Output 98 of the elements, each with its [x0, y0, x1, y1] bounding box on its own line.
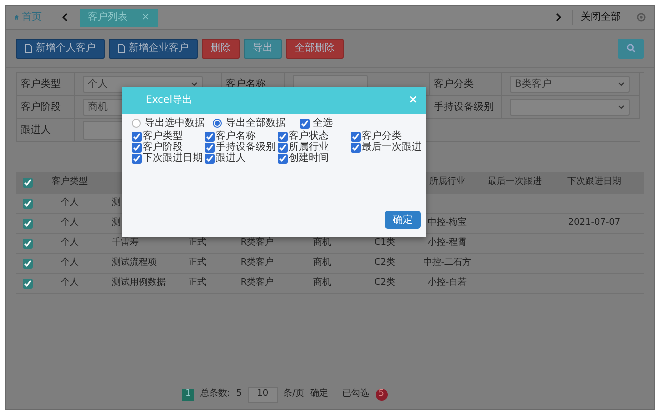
- checkbox[interactable]: [300, 118, 310, 128]
- table-cell-text: C1类: [374, 236, 396, 250]
- table-cell-text: 个人: [61, 256, 79, 270]
- field-label: 客户类型: [21, 78, 61, 92]
- table-cell-text: 中控-二石方: [423, 256, 472, 270]
- toolbar-button[interactable]: 新增个人客户: [16, 38, 105, 58]
- checkbox-label: 全选: [313, 116, 333, 130]
- field-label: 客户阶段: [21, 100, 61, 114]
- per-page-label: 条/页: [284, 388, 305, 402]
- checkbox[interactable]: [351, 142, 361, 152]
- caret-icon: [191, 82, 198, 86]
- table-cell-text: 商机: [314, 236, 332, 250]
- table-cell-text: 小控-程霄: [428, 236, 468, 250]
- table-cell-text: 测: [112, 216, 121, 230]
- column-header: 所属行业: [430, 176, 466, 190]
- table-cell-text: 小控-自若: [428, 276, 468, 290]
- table-cell-text: 中控-梅宝: [428, 216, 468, 230]
- caret-icon: [618, 82, 625, 86]
- checkbox[interactable]: [278, 132, 288, 142]
- table-cell-text: 商机: [314, 256, 332, 270]
- table-cell-text: C2类: [374, 276, 396, 290]
- table-cell-text: 2021-07-07: [568, 216, 621, 230]
- document-icon: [118, 44, 125, 53]
- checkbox[interactable]: [23, 198, 33, 208]
- search-icon: [626, 44, 636, 53]
- table-cell-text: R类客户: [240, 236, 274, 250]
- field-label: 跟进人: [21, 124, 51, 138]
- column-header: 下次跟进日期: [568, 176, 622, 190]
- caret-icon: [618, 104, 625, 110]
- confirm-button[interactable]: 确定: [385, 211, 421, 229]
- checkbox-label: 所属行业: [289, 140, 329, 153]
- page-button[interactable]: 1: [182, 389, 194, 401]
- toolbar-button[interactable]: 新增企业客户: [109, 38, 198, 58]
- checkbox[interactable]: [132, 142, 142, 152]
- checkbox-label: 客户状态: [289, 130, 329, 142]
- checkbox[interactable]: [351, 132, 361, 142]
- table-cell-text: 测试流程项: [112, 256, 157, 270]
- total-count: 5: [236, 388, 242, 402]
- column-header: 客户类型: [52, 176, 88, 190]
- toolbar-button[interactable]: 导出: [244, 38, 282, 58]
- home-icon: [14, 13, 20, 22]
- checkbox[interactable]: [23, 238, 33, 248]
- table-cell-text: 商机: [314, 276, 332, 290]
- table-cell-text: 测: [112, 196, 121, 210]
- table-cell-text: C2类: [374, 256, 396, 270]
- toolbar-button[interactable]: 删除: [202, 38, 240, 58]
- checkbox[interactable]: [132, 154, 142, 164]
- close-all-button[interactable]: 关闭全部: [572, 10, 629, 25]
- table-cell-text: 个人: [61, 196, 79, 210]
- table-cell-text: 千雷寿: [112, 236, 139, 250]
- checkbox-label: 客户类型: [143, 130, 183, 142]
- total-label: 总条数:: [200, 388, 230, 402]
- document-icon: [25, 44, 32, 53]
- checkbox-label: 创建时间: [289, 152, 329, 166]
- checkbox[interactable]: [132, 132, 142, 142]
- table-cell-text: 个人: [61, 276, 79, 290]
- checkbox[interactable]: [205, 132, 215, 142]
- checked-count-badge: 5: [376, 389, 388, 401]
- page-size-field[interactable]: 10: [248, 387, 278, 403]
- checkbox[interactable]: [205, 154, 215, 164]
- checkbox-label: 跟进人: [216, 152, 246, 166]
- table-cell-text: 正式: [188, 276, 206, 290]
- field-label: 手持设备级别: [434, 100, 494, 114]
- checkbox-label: 客户分类: [362, 130, 402, 142]
- select-field[interactable]: [510, 98, 630, 116]
- checkbox[interactable]: [23, 258, 33, 268]
- table-cell-text: R类客户: [240, 256, 274, 270]
- table-cell-text: 正式: [188, 256, 206, 270]
- checked-label: 已勾选: [342, 388, 370, 402]
- radio-label: 导出全部数据: [226, 116, 286, 130]
- checkbox[interactable]: [205, 142, 215, 152]
- checkbox-label: 客户阶段: [143, 140, 183, 153]
- close-icon[interactable]: ×: [142, 10, 150, 25]
- checkbox[interactable]: [23, 178, 33, 188]
- go-button[interactable]: 确定: [310, 388, 329, 402]
- table-cell-text: 个人: [61, 236, 79, 250]
- checkbox[interactable]: [278, 154, 288, 164]
- field-label: 客户分类: [434, 78, 474, 92]
- radio-button[interactable]: [132, 119, 141, 128]
- table-cell-text: 个人: [61, 216, 79, 230]
- checkbox[interactable]: [23, 218, 33, 228]
- close-icon[interactable]: ×: [408, 92, 418, 109]
- checkbox-label: 下次跟进日期: [143, 152, 203, 166]
- checkbox[interactable]: [278, 142, 288, 152]
- select-field[interactable]: B类客户: [510, 76, 630, 92]
- table-cell-text: 测试用例数据: [112, 276, 166, 290]
- checkbox-label: 客户名称: [216, 130, 256, 142]
- table-cell-text: R类客户: [240, 276, 274, 290]
- checkbox[interactable]: [23, 278, 33, 288]
- checkbox-label: 手持设备级别: [216, 140, 276, 153]
- column-header: 最后一次跟进: [488, 176, 542, 190]
- radio-button[interactable]: [213, 119, 222, 128]
- dialog-title: Excel导出: [146, 94, 192, 108]
- checkbox-label: 最后一次跟进: [362, 140, 422, 155]
- table-cell-text: 正式: [188, 236, 206, 250]
- page-tab[interactable]: 客户列表 ×: [80, 8, 158, 26]
- toolbar-button[interactable]: 全部删除: [286, 38, 344, 58]
- radio-label: 导出选中数据: [145, 116, 205, 130]
